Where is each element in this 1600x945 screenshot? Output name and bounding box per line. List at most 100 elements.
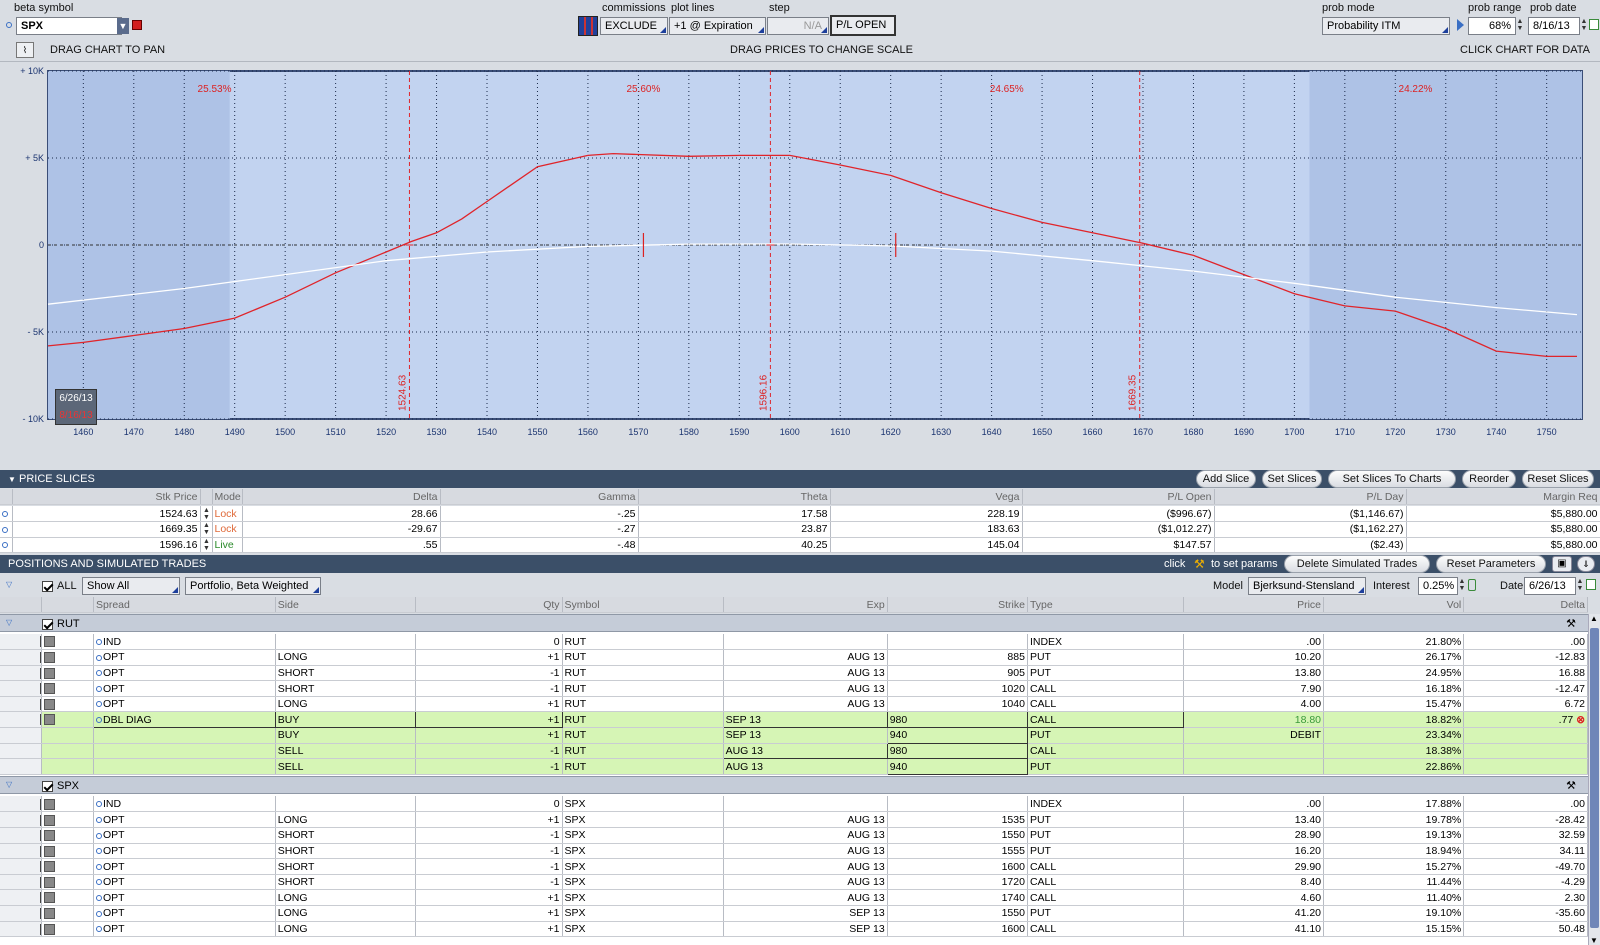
col-exp[interactable]: Exp bbox=[723, 597, 888, 614]
radio-dot-icon[interactable] bbox=[95, 817, 102, 823]
simulated-trade-row[interactable]: BUY +1 RUT SEP 13 940 PUT DEBIT 23.34% bbox=[0, 727, 1588, 744]
collapse-icon[interactable]: ▽ bbox=[6, 780, 12, 789]
sim-price[interactable]: 18.80 bbox=[1295, 714, 1321, 726]
prob-date-input[interactable]: 8/16/13 bbox=[1528, 17, 1580, 35]
slice-spinner-icon[interactable]: ▲ ▼ bbox=[200, 506, 213, 523]
sim-spread[interactable]: DBL DIAG bbox=[103, 714, 152, 726]
model-dropdown[interactable]: Bjerksund-Stensland bbox=[1248, 577, 1366, 595]
step-input[interactable]: N/A bbox=[767, 17, 829, 35]
risk-profile-chart[interactable]: 1460 1470 1480 1490 1500 1510 1520 1530 1540 1550… bbox=[0, 63, 1600, 453]
row-color-icon[interactable] bbox=[44, 798, 56, 810]
reset-parameters-button[interactable]: Reset Parameters bbox=[1436, 555, 1546, 573]
collapse-all-icon[interactable]: ▽ bbox=[6, 580, 12, 589]
date-input[interactable]: 6/26/13 bbox=[1524, 577, 1576, 595]
sim-type[interactable]: CALL bbox=[1027, 743, 1184, 760]
row-color-icon[interactable] bbox=[44, 667, 56, 679]
sim-type[interactable]: CALL bbox=[1026, 711, 1184, 729]
chart-type-icon[interactable]: ⌇ bbox=[16, 42, 34, 58]
price-slice-row[interactable]: 1524.63 ▲ ▼ Lock 28.66 -.25 17.58 228.19 ($996.6… bbox=[0, 506, 1600, 523]
radio-dot-icon[interactable] bbox=[95, 670, 102, 677]
col-type[interactable]: Type bbox=[1027, 597, 1184, 614]
date-spinner-icon[interactable]: ▲ ▼ bbox=[1576, 578, 1584, 592]
prob-range-input[interactable]: 68% bbox=[1468, 17, 1516, 35]
position-row[interactable]: IND 0 RUT INDEX .00 21.80% .00 bbox=[0, 634, 1588, 651]
slice-mode[interactable]: Live bbox=[212, 537, 243, 554]
radio-dot-icon[interactable] bbox=[95, 638, 102, 645]
expand-icon[interactable]: ⇓ bbox=[1577, 556, 1595, 572]
group-header-rut[interactable]: ▽ RUT ⚒ bbox=[0, 614, 1588, 632]
row-color-icon[interactable] bbox=[44, 845, 56, 857]
col-side[interactable]: Side bbox=[275, 597, 417, 614]
radio-dot-icon[interactable] bbox=[95, 801, 102, 808]
row-color-icon[interactable] bbox=[44, 636, 56, 648]
row-color-icon[interactable] bbox=[44, 814, 56, 826]
plot-lines-dropdown[interactable]: +1 @ Expiration bbox=[669, 17, 766, 35]
position-row[interactable]: OPT SHORT -1 SPX AUG 13 1720 CALL 8.40 1… bbox=[0, 874, 1588, 891]
delete-trade-icon[interactable]: ⊗ bbox=[1576, 714, 1585, 726]
col-pl-day[interactable]: P/L Day bbox=[1214, 489, 1407, 506]
radio-dot-icon[interactable] bbox=[0, 521, 13, 538]
sim-type[interactable]: PUT bbox=[1027, 758, 1184, 775]
slice-mode[interactable]: Lock bbox=[212, 521, 243, 538]
commissions-dropdown[interactable]: EXCLUDE bbox=[600, 17, 668, 35]
calendar-icon[interactable] bbox=[1589, 19, 1599, 30]
sim-qty[interactable]: -1 bbox=[415, 743, 563, 760]
price-slice-row[interactable]: 1669.35 ▲ ▼ Lock -29.67 -.27 23.87 183.63 ($1,01… bbox=[0, 521, 1600, 538]
radio-dot-icon[interactable] bbox=[95, 879, 102, 886]
scroll-down-icon[interactable]: ▼ bbox=[1590, 936, 1598, 945]
pl-chart-svg[interactable]: 1460 1470 1480 1490 1500 1510 1520 1530 1540 1550… bbox=[0, 63, 1600, 453]
date-calendar-icon[interactable] bbox=[1586, 579, 1596, 590]
radio-dot-icon[interactable] bbox=[95, 685, 102, 692]
radio-dot-icon[interactable] bbox=[0, 506, 13, 523]
col-stk-price[interactable]: Stk Price bbox=[12, 489, 201, 506]
group-checkbox[interactable] bbox=[42, 618, 53, 630]
simulated-trade-row[interactable]: SELL -1 RUT AUG 13 940 PUT 22.86% bbox=[0, 758, 1588, 775]
group-checkbox[interactable] bbox=[42, 780, 53, 792]
col-delta[interactable]: Delta bbox=[1463, 597, 1588, 614]
slice-spinner-icon[interactable]: ▲ ▼ bbox=[200, 537, 213, 554]
row-color-icon[interactable] bbox=[44, 892, 56, 904]
radio-dot-icon[interactable] bbox=[95, 701, 102, 708]
scroll-up-icon[interactable]: ▲ bbox=[1590, 614, 1598, 623]
row-color-icon[interactable] bbox=[44, 830, 56, 842]
group-settings-icon[interactable]: ⚒ bbox=[1566, 779, 1576, 792]
show-all-dropdown[interactable]: Show All bbox=[82, 577, 180, 595]
color-picker-icon[interactable] bbox=[132, 20, 142, 30]
col-margin-req[interactable]: Margin Req bbox=[1406, 489, 1600, 506]
prob-date-spinner-icon[interactable]: ▲ ▼ bbox=[1580, 18, 1588, 32]
prob-mode-dropdown[interactable]: Probability ITM bbox=[1322, 17, 1450, 35]
set-slices-to-charts-button[interactable]: Set Slices To Charts bbox=[1328, 470, 1456, 488]
price-slice-row[interactable]: 1596.16 ▲ ▼ Live .55 -.48 40.25 145.04 $147.57 ($… bbox=[0, 537, 1600, 554]
sim-qty[interactable]: +1 bbox=[415, 711, 563, 729]
position-row[interactable]: OPT SHORT -1 RUT AUG 13 1020 CALL 7.90 1… bbox=[0, 680, 1588, 697]
position-row[interactable]: IND 0 SPX INDEX .00 17.88% .00 bbox=[0, 796, 1588, 813]
sim-qty[interactable]: -1 bbox=[415, 758, 563, 775]
add-slice-button[interactable]: Add Slice bbox=[1196, 470, 1256, 488]
scroll-thumb[interactable] bbox=[1590, 628, 1599, 928]
play-icon[interactable] bbox=[1457, 19, 1464, 31]
radio-dot-icon[interactable] bbox=[95, 910, 102, 917]
position-row[interactable]: OPT SHORT -1 SPX AUG 13 1555 PUT 16.20 1… bbox=[0, 843, 1588, 860]
interest-spinner-icon[interactable]: ▲ ▼ bbox=[1458, 578, 1466, 592]
radio-dot-icon[interactable] bbox=[95, 863, 102, 870]
radio-dot-icon[interactable] bbox=[95, 848, 102, 855]
camera-icon[interactable]: ▣ bbox=[1552, 556, 1572, 572]
slice-stk-price[interactable]: 1524.63 bbox=[12, 506, 201, 523]
slice-stk-price[interactable]: 1669.35 bbox=[12, 521, 201, 538]
position-row[interactable]: OPT LONG +1 SPX AUG 13 1535 PUT 13.40 19… bbox=[0, 811, 1588, 829]
position-row[interactable]: OPT LONG +1 SPX SEP 13 1600 CALL 41.10 1… bbox=[0, 921, 1588, 938]
reorder-button[interactable]: Reorder bbox=[1462, 470, 1516, 488]
row-color-icon[interactable] bbox=[44, 652, 56, 664]
radio-dot-icon[interactable] bbox=[95, 832, 102, 839]
position-row[interactable]: OPT LONG +1 RUT AUG 13 885 PUT 10.20 26.… bbox=[0, 649, 1588, 666]
radio-dot-icon[interactable] bbox=[95, 654, 102, 661]
position-row[interactable]: OPT SHORT -1 SPX AUG 13 1550 PUT 28.90 1… bbox=[0, 827, 1588, 844]
col-vol[interactable]: Vol bbox=[1323, 597, 1465, 614]
radio-dot-icon[interactable] bbox=[95, 894, 102, 901]
sim-qty[interactable]: +1 bbox=[415, 727, 563, 744]
reset-slices-button[interactable]: Reset Slices bbox=[1522, 470, 1594, 488]
row-color-icon[interactable] bbox=[44, 861, 56, 873]
sim-strike[interactable]: 980 bbox=[886, 711, 1028, 729]
sim-strike[interactable]: 940 bbox=[886, 758, 1028, 775]
col-gamma[interactable]: Gamma bbox=[440, 489, 639, 506]
